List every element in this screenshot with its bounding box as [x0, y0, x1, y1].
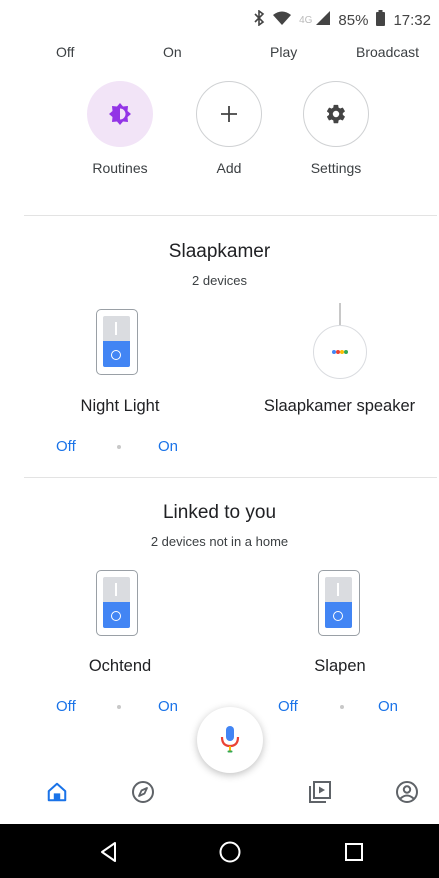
light-switch-icon	[103, 577, 130, 628]
night-light-device[interactable]	[96, 309, 138, 375]
clock: 17:32	[393, 11, 431, 29]
slaapkamer-speaker-device[interactable]	[313, 325, 367, 379]
bluetooth-icon	[253, 9, 265, 30]
settings-button[interactable]	[303, 81, 369, 147]
slapen-off-button[interactable]: Off	[278, 698, 298, 715]
account-icon[interactable]	[393, 778, 421, 806]
explore-icon[interactable]	[129, 778, 157, 806]
home-icon[interactable]	[43, 778, 71, 806]
night-light-off-button[interactable]: Off	[56, 438, 76, 455]
system-nav-bar	[0, 824, 439, 878]
media-icon[interactable]	[306, 778, 334, 806]
plus-icon	[221, 106, 237, 122]
signal-icon	[316, 11, 331, 29]
divider	[24, 477, 437, 478]
divider	[24, 215, 437, 216]
home-circle-icon[interactable]	[218, 840, 242, 864]
slapen-on-button[interactable]: On	[378, 698, 398, 715]
network-type: 4G	[299, 14, 313, 26]
speaker-cord	[339, 303, 341, 325]
ochtend-on-button[interactable]: On	[158, 698, 178, 715]
quick-off-button[interactable]: Off	[56, 44, 74, 60]
night-light-label: Night Light	[80, 397, 160, 415]
light-switch-icon	[103, 316, 130, 367]
battery-percent: 85%	[338, 11, 369, 29]
room-subtitle: 2 devices	[192, 273, 247, 288]
status-bar: 4G 85% 17:32	[0, 0, 439, 38]
add-label: Add	[216, 160, 242, 176]
ochtend-label: Ochtend	[88, 657, 152, 675]
slapen-label: Slapen	[314, 657, 366, 675]
quick-on-button[interactable]: On	[163, 44, 182, 60]
routines-icon	[109, 103, 131, 125]
slapen-device[interactable]	[318, 570, 360, 636]
recents-icon[interactable]	[342, 840, 366, 864]
room-title: Slaapkamer	[168, 241, 271, 262]
light-switch-icon	[325, 577, 352, 628]
routines-label: Routines	[92, 160, 148, 176]
routines-button[interactable]	[87, 81, 153, 147]
data-saver-icon	[273, 11, 292, 29]
quick-broadcast-button[interactable]: Broadcast	[356, 44, 419, 60]
linked-subtitle: 2 devices not in a home	[150, 534, 289, 549]
add-button[interactable]	[196, 81, 262, 147]
slaapkamer-speaker-label: Slaapkamer speaker	[263, 397, 416, 415]
separator-dot	[340, 705, 344, 709]
linked-title: Linked to you	[162, 502, 277, 523]
gear-icon	[326, 104, 345, 124]
separator-dot	[117, 705, 121, 709]
separator-dot	[117, 445, 121, 449]
quick-play-button[interactable]: Play	[270, 44, 297, 60]
assistant-mic-button[interactable]	[197, 707, 263, 773]
google-home-mini-icon	[331, 349, 348, 354]
back-icon[interactable]	[97, 840, 121, 864]
mic-icon	[220, 726, 240, 753]
quick-actions: Off On Play Broadcast	[0, 40, 439, 64]
ochtend-device[interactable]	[96, 570, 138, 636]
settings-label: Settings	[310, 160, 362, 176]
ochtend-off-button[interactable]: Off	[56, 698, 76, 715]
night-light-on-button[interactable]: On	[158, 438, 178, 455]
battery-icon	[376, 10, 386, 30]
